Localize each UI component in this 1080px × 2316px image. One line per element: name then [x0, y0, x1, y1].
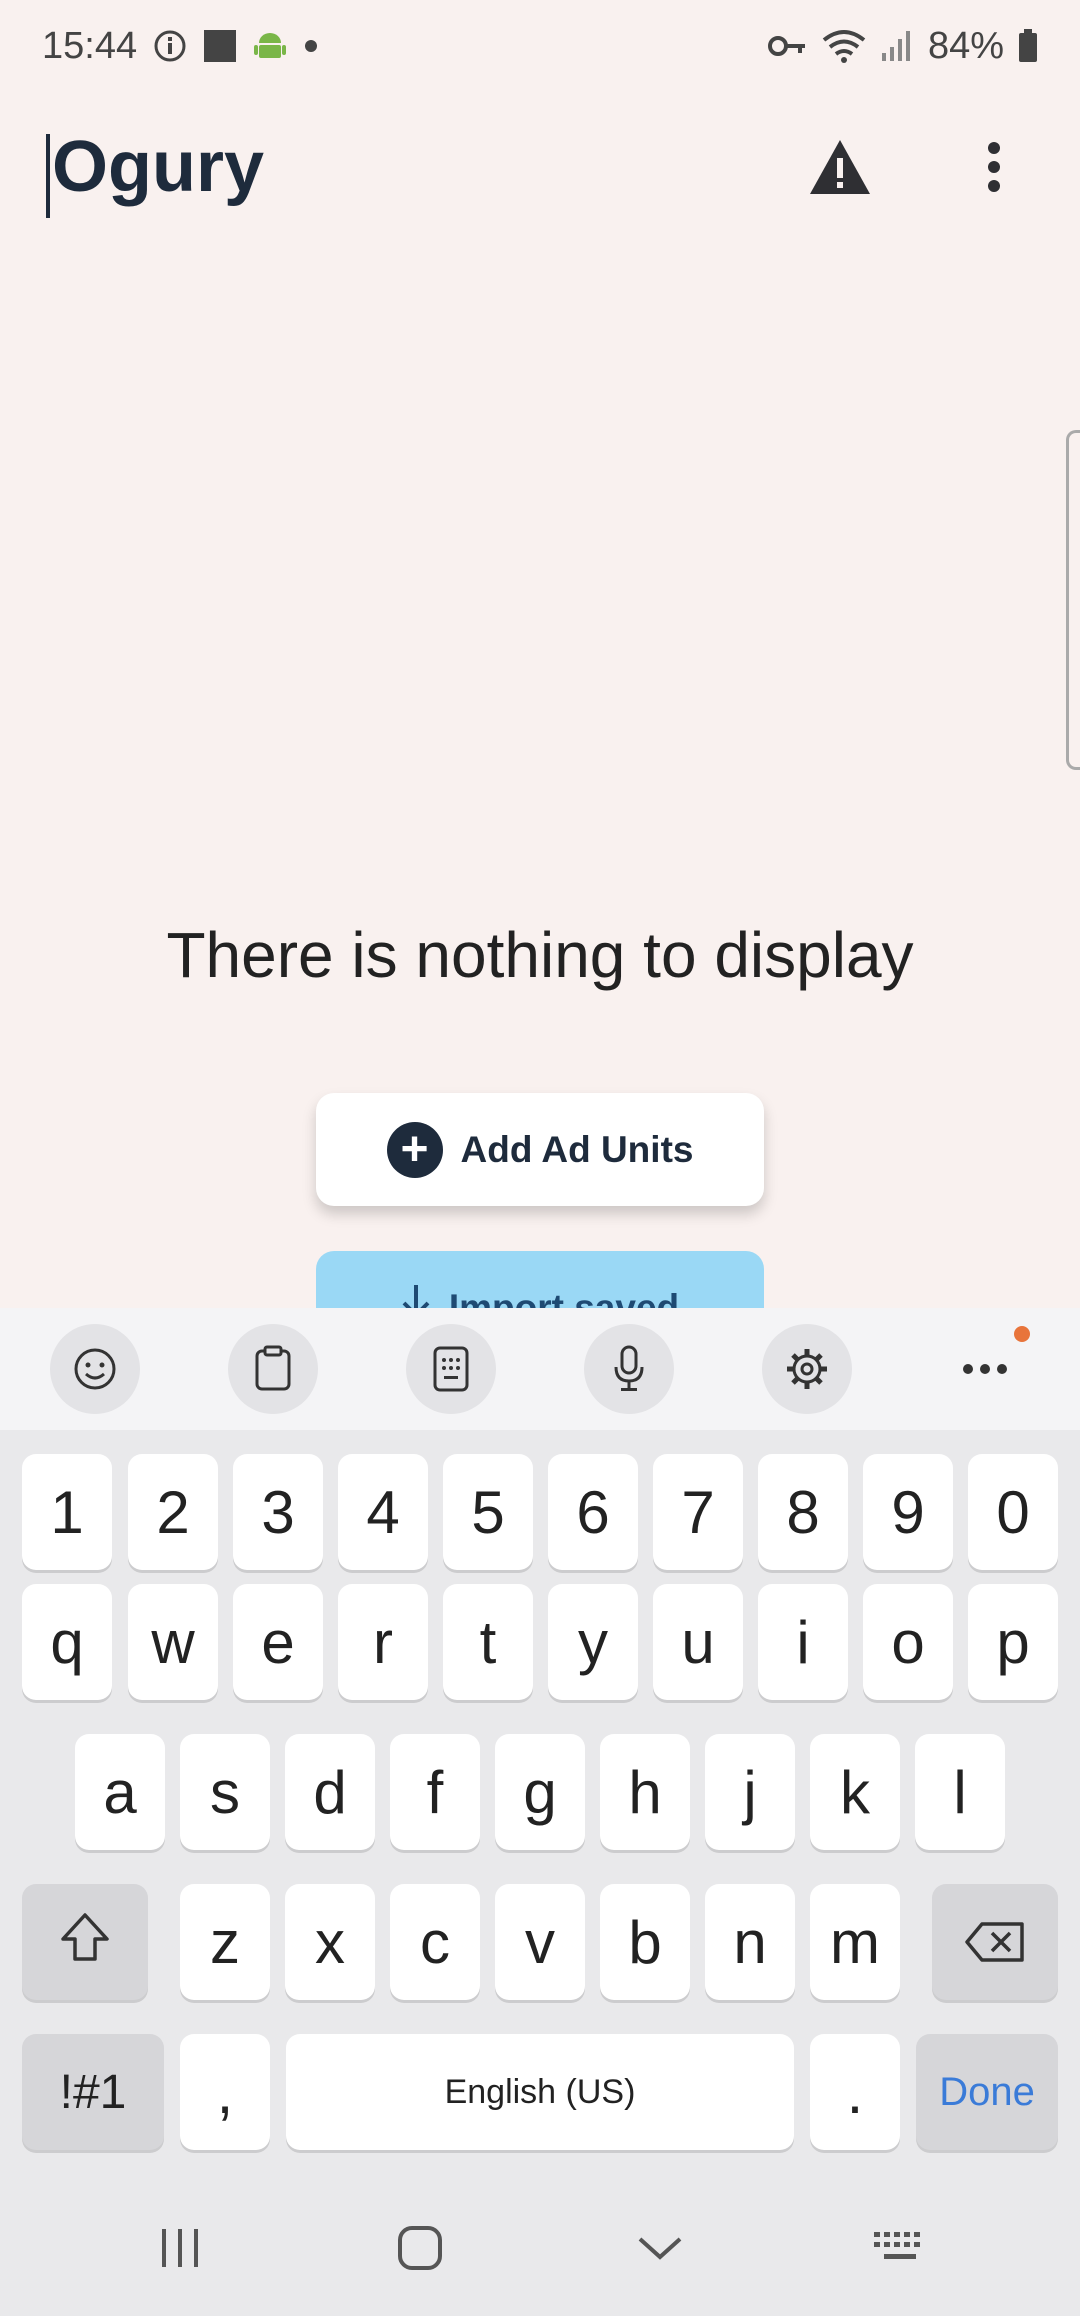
keypad-icon[interactable] [406, 1324, 496, 1414]
app-title: Ogury [46, 126, 265, 218]
key-r[interactable]: r [338, 1584, 428, 1700]
key-i[interactable]: i [758, 1584, 848, 1700]
key-v[interactable]: v [495, 1884, 585, 2000]
key-x[interactable]: x [285, 1884, 375, 2000]
app-header: Ogury [0, 112, 1080, 222]
key-c[interactable]: c [390, 1884, 480, 2000]
more-icon[interactable] [940, 1324, 1030, 1414]
battery-percent: 84% [927, 24, 1004, 67]
key-o[interactable]: o [863, 1584, 953, 1700]
key-y[interactable]: y [548, 1584, 638, 1700]
key-a[interactable]: a [75, 1734, 165, 1850]
keyboard-switch-icon[interactable] [850, 2198, 950, 2298]
key-b[interactable]: b [600, 1884, 690, 2000]
status-time: 15:44 [42, 24, 138, 67]
recent-apps-icon[interactable] [130, 2198, 230, 2298]
key-7[interactable]: 7 [653, 1454, 743, 1570]
scroll-handle[interactable] [1066, 430, 1080, 770]
key-q[interactable]: q [22, 1584, 112, 1700]
shift-icon [59, 1908, 111, 1977]
key-n[interactable]: n [705, 1884, 795, 2000]
qwerty-row: q w e r t y u i o p [0, 1584, 1080, 1700]
key-6[interactable]: 6 [548, 1454, 638, 1570]
key-w[interactable]: w [128, 1584, 218, 1700]
notification-badge [1014, 1326, 1030, 1342]
home-icon[interactable] [370, 2198, 470, 2298]
number-row: 1 2 3 4 5 6 7 8 9 0 [0, 1454, 1080, 1570]
add-ad-units-button[interactable]: + Add Ad Units [316, 1093, 764, 1206]
key-h[interactable]: h [600, 1734, 690, 1850]
space-key[interactable]: English (US) [286, 2034, 794, 2150]
info-icon [153, 29, 187, 63]
space-row: !#1 , English (US) . Done [0, 2034, 1080, 2150]
app-title-text: Ogury [52, 127, 265, 207]
vpn-key-icon [767, 31, 808, 61]
warning-icon[interactable] [800, 127, 880, 207]
android-icon [253, 29, 287, 63]
comma-key[interactable]: , [180, 2034, 270, 2150]
key-u[interactable]: u [653, 1584, 743, 1700]
notification-dot-icon [303, 38, 319, 54]
key-0[interactable]: 0 [968, 1454, 1058, 1570]
key-2[interactable]: 2 [128, 1454, 218, 1570]
done-key[interactable]: Done [916, 2034, 1058, 2150]
hide-keyboard-icon[interactable] [610, 2198, 710, 2298]
key-5[interactable]: 5 [443, 1454, 533, 1570]
key-d[interactable]: d [285, 1734, 375, 1850]
empty-state-message: There is nothing to display [166, 919, 914, 991]
symbols-key[interactable]: !#1 [22, 2034, 164, 2150]
asdf-row: a s d f g h j k l [0, 1734, 1080, 1850]
shift-key[interactable] [22, 1884, 148, 2000]
emoji-icon[interactable] [50, 1324, 140, 1414]
key-t[interactable]: t [443, 1584, 533, 1700]
key-9[interactable]: 9 [863, 1454, 953, 1570]
key-p[interactable]: p [968, 1584, 1058, 1700]
status-bar: 15:44 84% [0, 0, 1080, 92]
key-e[interactable]: e [233, 1584, 323, 1700]
text-cursor [46, 134, 50, 218]
key-m[interactable]: m [810, 1884, 900, 2000]
key-3[interactable]: 3 [233, 1454, 323, 1570]
key-8[interactable]: 8 [758, 1454, 848, 1570]
more-options-icon[interactable] [954, 127, 1034, 207]
key-k[interactable]: k [810, 1734, 900, 1850]
keyboard: 1 2 3 4 5 6 7 8 9 0 q w e r t y u i o p … [0, 1308, 1080, 2316]
key-j[interactable]: j [705, 1734, 795, 1850]
clipboard-icon[interactable] [228, 1324, 318, 1414]
microphone-icon[interactable] [584, 1324, 674, 1414]
square-app-icon [203, 29, 237, 63]
wifi-icon [822, 28, 866, 64]
keyboard-toolbar [0, 1308, 1080, 1430]
settings-icon[interactable] [762, 1324, 852, 1414]
add-ad-units-label: Add Ad Units [460, 1128, 694, 1170]
plus-circle-icon: + [386, 1121, 443, 1178]
signal-icon [880, 29, 914, 63]
key-g[interactable]: g [495, 1734, 585, 1850]
key-4[interactable]: 4 [338, 1454, 428, 1570]
key-f[interactable]: f [390, 1734, 480, 1850]
key-l[interactable]: l [915, 1734, 1005, 1850]
battery-icon [1018, 29, 1038, 63]
key-1[interactable]: 1 [22, 1454, 112, 1570]
backspace-icon [964, 1908, 1026, 1977]
navigation-bar [0, 2180, 1080, 2316]
key-z[interactable]: z [180, 1884, 270, 2000]
backspace-key[interactable] [932, 1884, 1058, 2000]
key-s[interactable]: s [180, 1734, 270, 1850]
zxcv-row: z x c v b n m [0, 1884, 1080, 2000]
period-key[interactable]: . [810, 2034, 900, 2150]
